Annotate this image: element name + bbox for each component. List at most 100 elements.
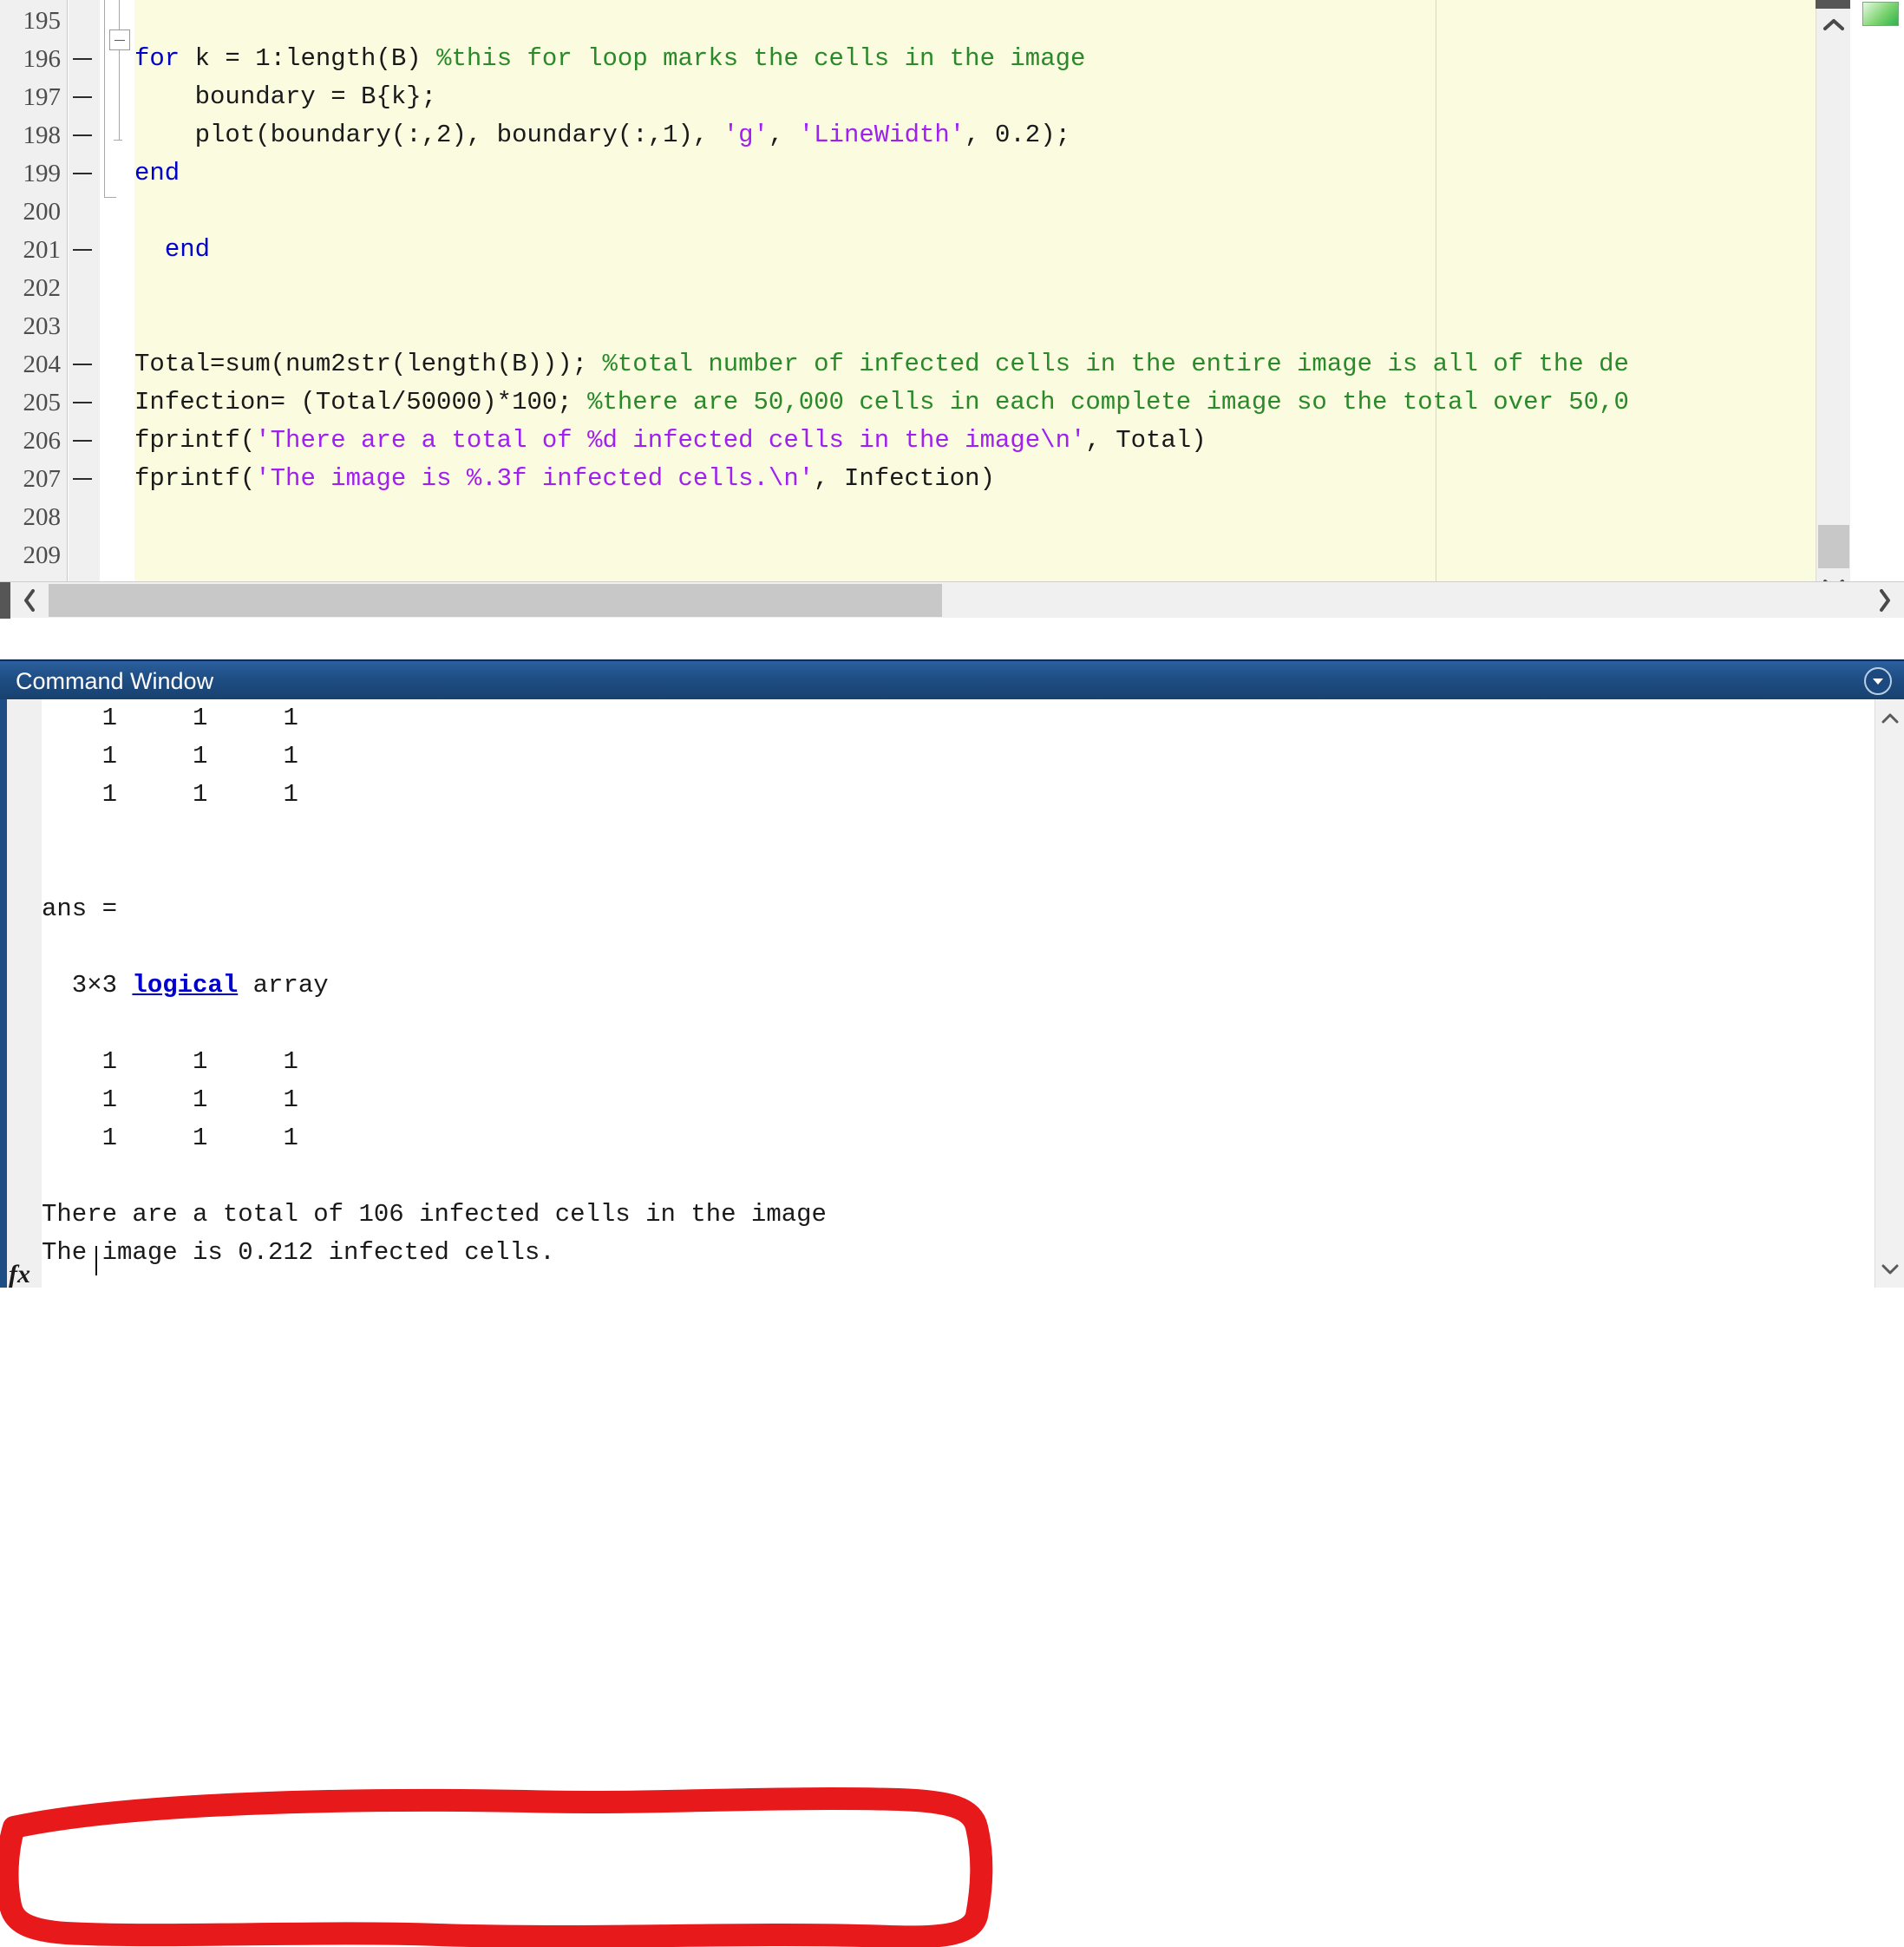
scroll-right-icon[interactable] xyxy=(1866,582,1904,619)
code-string: 'The image is %.3f infected cells.\n' xyxy=(255,464,815,493)
code-keyword: end xyxy=(134,159,180,187)
matlab-editor-pane[interactable]: 195 196 197 198 199 200 201 202 203 204 205 206 207 2… xyxy=(0,0,1904,619)
editor-vscroll-top-cap xyxy=(1816,0,1850,9)
executable-line-marker[interactable] xyxy=(73,173,92,174)
editor-hscroll-thumb[interactable] xyxy=(49,584,942,617)
editor-line-number-row: 195 xyxy=(0,2,134,40)
command-window-left-rail xyxy=(0,699,7,1288)
command-output-line: 1 1 1 xyxy=(42,780,298,809)
editor-code-area[interactable]: for k = 1:length(B) %this for loop marks… xyxy=(134,0,1850,618)
editor-line-number-row: 200 xyxy=(0,193,134,231)
code-line: plot(boundary(:,2), boundary(:,1), 'g' , … xyxy=(134,116,1070,154)
code-line: boundary = B{k}; xyxy=(134,78,436,116)
editor-line-number-row: 204 xyxy=(0,345,134,384)
command-output-line: 1 1 1 xyxy=(42,742,298,770)
executable-line-marker[interactable] xyxy=(73,402,92,403)
code-line: fprintf('There are a total of %d infecte… xyxy=(134,422,1207,460)
code-line: Total=sum(num2str(length(B))); %total nu… xyxy=(134,345,1629,384)
editor-line-number-row: 209 xyxy=(0,536,134,574)
code-text: Total=sum(num2str(length(B))); xyxy=(134,350,603,378)
command-output-line: 1 1 1 xyxy=(42,1124,298,1152)
chevron-down-circle-icon[interactable] xyxy=(1864,667,1892,695)
executable-line-marker[interactable] xyxy=(73,58,92,60)
code-analyzer-status-indicator[interactable] xyxy=(1862,2,1899,26)
code-string: 'There are a total of %d infected cells … xyxy=(255,426,1086,455)
line-number: 196 xyxy=(23,45,62,73)
editor-line-number-row: 201 xyxy=(0,231,134,269)
editor-horizontal-scrollbar[interactable] xyxy=(0,581,1904,619)
line-number: 204 xyxy=(23,351,62,378)
code-comment: %total number of infected cells in the e… xyxy=(602,350,1629,378)
line-number: 205 xyxy=(23,389,62,416)
scroll-left-icon[interactable] xyxy=(10,582,49,619)
code-comment: %there are 50,000 cells in each complete… xyxy=(587,388,1629,416)
editor-vscroll-thumb[interactable] xyxy=(1818,525,1849,568)
editor-vertical-scrollbar[interactable] xyxy=(1816,0,1850,618)
command-window-titlebar[interactable]: Command Window xyxy=(0,659,1904,699)
array-suffix-text: array xyxy=(238,971,329,1000)
line-number: 208 xyxy=(23,503,62,531)
editor-line-number-row: 207 xyxy=(0,460,134,498)
command-output-line: The image is 0.212 infected cells. xyxy=(42,1238,555,1267)
code-string: 'LineWidth' xyxy=(798,121,965,149)
editor-line-number-row: 197 xyxy=(0,78,134,116)
command-window-output-area[interactable]: 1 1 1 1 1 1 1 1 1 ans = 3×3 logical array… xyxy=(0,699,1904,1288)
code-text: , xyxy=(768,121,799,149)
editor-line-number-row: 205 xyxy=(0,384,134,422)
line-number: 195 xyxy=(23,7,62,35)
executable-line-marker[interactable] xyxy=(73,134,92,136)
cmd-scroll-down-icon[interactable] xyxy=(1875,1255,1904,1284)
line-number: 197 xyxy=(23,83,62,111)
command-window-pane[interactable]: Command Window 1 1 1 1 1 1 1 1 1 ans = 3×… xyxy=(0,659,1904,1947)
code-text: Infection= (Total/50000)*100; xyxy=(134,388,588,416)
line-number: 198 xyxy=(23,121,62,149)
command-window-vertical-scrollbar[interactable] xyxy=(1875,699,1904,1288)
code-string: 'g' xyxy=(723,121,769,149)
cmd-scroll-up-icon[interactable] xyxy=(1875,703,1904,732)
command-output-line: 3×3 logical array xyxy=(42,967,329,1005)
editor-hscroll-cap xyxy=(0,582,10,619)
text-caret xyxy=(95,1246,97,1275)
executable-line-marker[interactable] xyxy=(73,249,92,251)
executable-line-marker[interactable] xyxy=(73,96,92,98)
logical-type-link[interactable]: logical xyxy=(132,971,238,1000)
command-output-line: 1 1 1 xyxy=(42,1047,298,1076)
command-window-title: Command Window xyxy=(16,668,214,694)
code-keyword: for xyxy=(134,44,180,73)
code-line: for k = 1:length(B) %this for loop marks… xyxy=(134,40,1085,78)
line-number: 200 xyxy=(23,198,62,226)
code-line: end xyxy=(134,231,210,269)
code-text: boundary = B{k}; xyxy=(134,82,437,111)
code-line: fprintf('The image is %.3f infected cell… xyxy=(134,460,995,498)
editor-line-number-row: 203 xyxy=(0,307,134,345)
executable-line-marker[interactable] xyxy=(73,364,92,365)
executable-line-marker[interactable] xyxy=(73,440,92,442)
code-line: Infection= (Total/50000)*100; %there are… xyxy=(134,384,1629,422)
code-comment: %this for loop marks the cells in the im… xyxy=(436,44,1086,73)
code-text: fprintf( xyxy=(134,426,256,455)
code-keyword: end xyxy=(164,235,211,264)
editor-line-number-row: 198 xyxy=(0,116,134,154)
line-number: 202 xyxy=(23,274,62,302)
line-number: 206 xyxy=(23,427,62,455)
line-number: 201 xyxy=(23,236,62,264)
executable-line-marker[interactable] xyxy=(73,478,92,480)
line-number: 199 xyxy=(23,160,62,187)
code-text: k = 1:length(B) xyxy=(180,44,437,73)
code-text: , Total) xyxy=(1085,426,1207,455)
editor-line-number-row: 199 xyxy=(0,154,134,193)
line-number: 207 xyxy=(23,465,62,493)
command-output-line: 1 1 1 xyxy=(42,1085,298,1114)
red-highlight-rectangle xyxy=(0,1786,994,1947)
code-text: plot(boundary(:,2), boundary(:,1), xyxy=(134,121,723,149)
scroll-up-icon[interactable] xyxy=(1816,7,1851,42)
command-output-line: ans = xyxy=(42,895,118,923)
command-output-line: 1 1 1 xyxy=(42,704,298,732)
code-text: fprintf( xyxy=(134,464,256,493)
array-size-text: 3×3 xyxy=(42,971,133,1000)
editor-line-number-row: 208 xyxy=(0,498,134,536)
command-prompt-fx[interactable]: fx xyxy=(9,1262,30,1288)
line-number: 203 xyxy=(23,312,62,340)
code-text: , Infection) xyxy=(814,464,995,493)
